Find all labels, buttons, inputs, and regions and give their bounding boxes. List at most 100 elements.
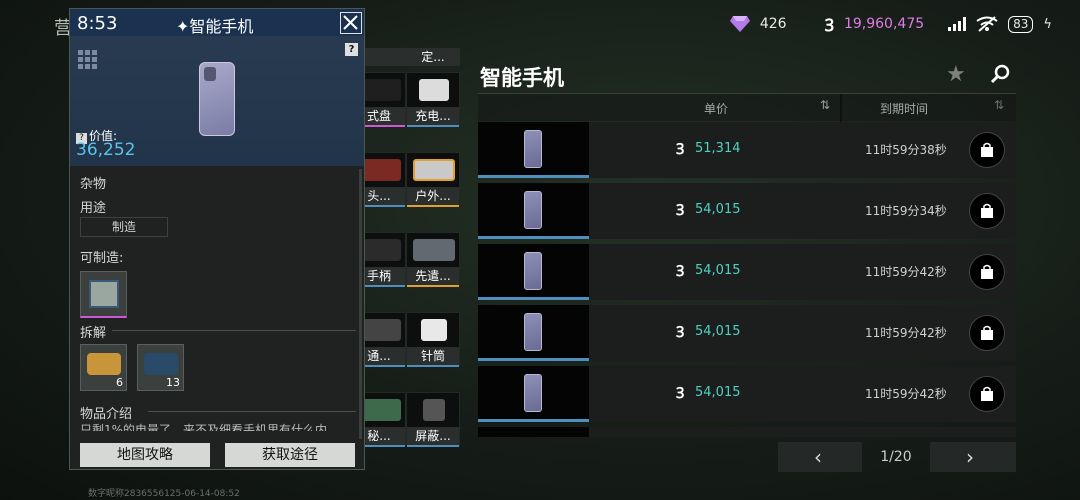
digital-id: 数字昵称2836556125-06-14-08:52 (88, 489, 240, 499)
coin-icon: Ꝫ (676, 323, 685, 341)
col-expire-header[interactable]: 到期时间 (880, 100, 928, 117)
dismantle-count: 13 (166, 376, 180, 389)
intro-text: 只剩1%的电量了，来不及细看手机里有什么内 (80, 423, 328, 431)
dismantle-item[interactable]: 13 (137, 344, 184, 391)
help-icon[interactable]: ? (345, 43, 358, 56)
coin-icon: Ꝫ (676, 201, 685, 219)
item-detail-popup: 8:53 ✦智能手机 ? ? 价值: 36,252 杂物 用途 制造 可制造: 拆… (69, 8, 365, 470)
phone-icon (524, 191, 542, 229)
row-expire: 11时59分42秒 (865, 387, 947, 401)
diamond-icon (729, 16, 750, 32)
star-icon[interactable]: ★ (946, 62, 966, 87)
usage-label: 用途 (80, 201, 107, 216)
buy-button[interactable] (969, 315, 1005, 351)
row-price: 51,314 (695, 141, 741, 156)
popup-scrollbar[interactable] (359, 169, 362, 439)
buy-button[interactable] (969, 132, 1005, 168)
grid-cell[interactable]: 定... (406, 48, 460, 66)
status-bar: 426 Ꝫ 19,960,475 83 ϟ (729, 10, 1052, 38)
page-indicator: 1/20 (880, 449, 912, 465)
phone-icon (524, 313, 542, 351)
table-row[interactable]: Ꝫ 54,015 11时59分34秒 (478, 183, 1016, 239)
grid-cell-label: 充电... (407, 107, 459, 125)
item-image (413, 239, 455, 261)
battery-indicator: 83 (1008, 15, 1034, 33)
clock-time: 8:53 (77, 13, 118, 34)
row-price: 54,015 (695, 202, 741, 217)
item-thumbnail (478, 305, 589, 361)
item-name: ✦智能手机 (176, 17, 254, 36)
row-price: 54,015 (695, 324, 741, 339)
shopping-bag-icon (981, 142, 993, 157)
item-thumbnail (478, 366, 589, 422)
source-button[interactable]: 获取途径 (225, 443, 355, 467)
prev-page-button[interactable]: ‹ (778, 442, 862, 472)
coin-icon: Ꝫ (676, 140, 685, 158)
shopping-bag-icon (981, 325, 993, 340)
close-button[interactable] (340, 12, 362, 34)
coin-icon: Ꝫ (824, 15, 834, 36)
table-row[interactable]: Ꝫ 54,015 11时59分42秒 (478, 366, 1016, 422)
item-image (421, 319, 447, 341)
item-image (359, 79, 401, 101)
phone-icon (524, 130, 542, 168)
item-image (419, 79, 449, 101)
col-price-header[interactable]: 单价 (704, 100, 728, 117)
grid-cell-label: 屏蔽... (407, 427, 459, 445)
buy-button[interactable] (969, 254, 1005, 290)
item-image (423, 399, 445, 421)
table-row[interactable]: Ꝫ 54,015 11时59分42秒 (478, 244, 1016, 300)
item-value: 36,252 (76, 140, 136, 160)
row-expire: 11时59分38秒 (865, 143, 947, 157)
coin-icon: Ꝫ (676, 262, 685, 280)
grid-cell[interactable]: 先遣... (406, 232, 460, 287)
item-thumbnail (478, 244, 589, 300)
grid-cell-label: 定... (421, 50, 445, 64)
table-row-partial[interactable] (478, 427, 1016, 437)
signal-icon (948, 17, 967, 31)
row-expire: 11时59分34秒 (865, 204, 947, 218)
search-icon[interactable] (990, 64, 1010, 84)
coin-icon: Ꝫ (676, 384, 685, 402)
table-row[interactable]: Ꝫ 51,314 11时59分38秒 (478, 122, 1016, 178)
item-image (359, 159, 401, 181)
coins-value: 19,960,475 (843, 16, 925, 32)
chevron-left-icon: ‹ (814, 445, 822, 469)
grid-cell[interactable]: 针筒 (406, 312, 460, 367)
row-expire: 11时59分42秒 (865, 265, 947, 279)
row-price: 54,015 (695, 385, 741, 400)
grid-cell[interactable]: 充电... (406, 72, 460, 127)
sort-icon[interactable]: ⇅ (994, 98, 1004, 112)
shopping-bag-icon (981, 264, 993, 279)
item-thumbnail (478, 183, 589, 239)
grid-icon (78, 50, 97, 69)
close-icon (343, 15, 358, 30)
row-price: 54,015 (695, 263, 741, 278)
table-row[interactable]: Ꝫ 54,015 11时59分42秒 (478, 305, 1016, 361)
grid-cell-label: 户外... (407, 187, 459, 205)
wifi-off-icon (976, 16, 998, 32)
buy-button[interactable] (969, 376, 1005, 412)
grid-cell-label: 针筒 (407, 347, 459, 365)
map-guide-button[interactable]: 地图攻略 (80, 443, 210, 467)
item-image (413, 159, 455, 181)
dismantle-item[interactable]: 6 (80, 344, 127, 391)
item-category: 杂物 (80, 177, 107, 192)
craftable-label: 可制造: (80, 251, 124, 266)
row-expire: 11时59分42秒 (865, 326, 947, 340)
dismantle-count: 6 (116, 376, 123, 389)
shopping-bag-icon (981, 386, 993, 401)
intro-label: 物品介绍 (80, 407, 133, 422)
item-image (359, 399, 401, 421)
phone-image (199, 62, 235, 136)
grid-cell[interactable]: 屏蔽... (406, 392, 460, 447)
sort-icon[interactable]: ⇅ (820, 98, 830, 112)
charging-icon: ϟ (1043, 16, 1052, 32)
grid-cell[interactable]: 户外... (406, 152, 460, 207)
buy-button[interactable] (969, 193, 1005, 229)
craftable-item[interactable] (80, 271, 127, 318)
usage-chip[interactable]: 制造 (80, 217, 168, 237)
phone-icon (524, 374, 542, 412)
item-thumbnail (478, 122, 589, 178)
next-page-button[interactable]: › (930, 442, 1016, 472)
